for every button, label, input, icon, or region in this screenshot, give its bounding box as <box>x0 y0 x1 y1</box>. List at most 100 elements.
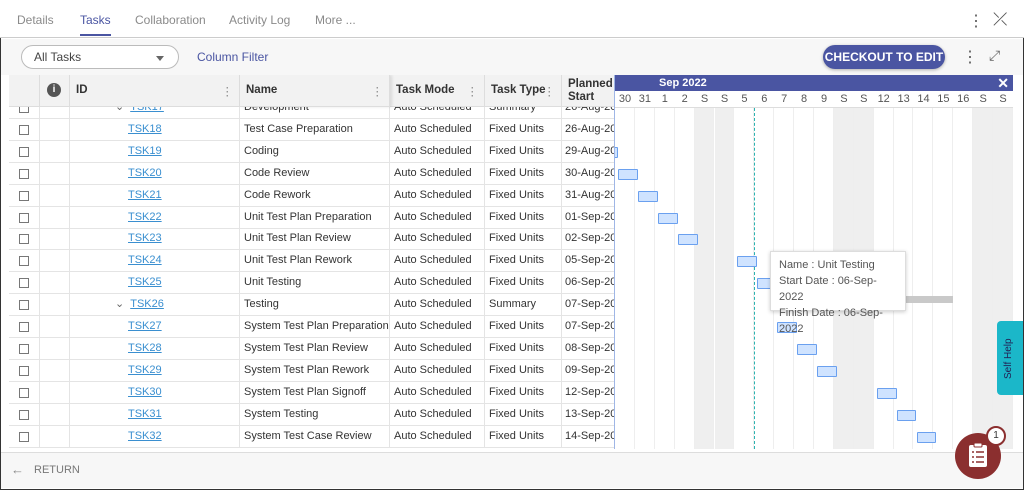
row-checkbox[interactable] <box>19 322 29 332</box>
row-checkbox[interactable] <box>19 300 29 311</box>
task-bar[interactable] <box>637 190 658 202</box>
close-icon[interactable]: ✕ <box>997 75 1009 92</box>
expand-icon[interactable]: ⤢ <box>989 47 1000 64</box>
task-id-link[interactable]: TSK30 <box>128 386 162 398</box>
column-menu-icon[interactable]: ⋮ <box>467 84 479 98</box>
table-row[interactable]: TSK23 Unit Test Plan Review Auto Schedul… <box>9 228 614 251</box>
task-mode-cell: Auto Scheduled <box>390 206 485 229</box>
task-mode-cell: Auto Scheduled <box>390 272 485 295</box>
row-checkbox[interactable] <box>19 278 29 289</box>
tooltip-start: Start Date : 06-Sep-2022 <box>779 275 877 303</box>
row-checkbox[interactable] <box>19 256 29 267</box>
task-bar[interactable] <box>797 343 817 355</box>
task-bar[interactable] <box>876 387 897 399</box>
day-label: S <box>999 93 1007 105</box>
table-row[interactable]: ⌄ TSK26 Testing Auto Scheduled Summary 07… <box>9 294 614 317</box>
table-row[interactable]: TSK28 System Test Plan Review Auto Sched… <box>9 337 614 360</box>
row-checkbox[interactable] <box>19 234 29 245</box>
table-row[interactable]: TSK24 Unit Test Plan Rework Auto Schedul… <box>9 250 614 273</box>
table-row[interactable]: TSK27 System Test Plan Preparation Auto … <box>9 316 614 338</box>
task-id-link[interactable]: TSK31 <box>128 408 162 420</box>
row-checkbox[interactable] <box>19 124 29 135</box>
task-bar[interactable] <box>896 409 917 421</box>
name-cell: Testing <box>240 294 390 317</box>
task-id-link[interactable]: TSK21 <box>128 189 162 201</box>
planned-start-cell: 08-Sep-2022 <box>565 341 614 354</box>
table-row[interactable]: TSK29 System Test Plan Rework Auto Sched… <box>9 359 614 382</box>
id-cell: TSK30 <box>70 381 240 404</box>
tab-details[interactable]: Details <box>17 13 54 27</box>
table-row[interactable]: TSK20 Code Review Auto Scheduled Fixed U… <box>9 162 614 185</box>
row-checkbox[interactable] <box>19 409 29 420</box>
checkout-to-edit-button[interactable]: CHECKOUT TO EDIT <box>823 45 945 69</box>
table-row[interactable]: TSK21 Code Rework Auto Scheduled Fixed U… <box>9 184 614 207</box>
table-row[interactable]: TSK18 Test Case Preparation Auto Schedul… <box>9 118 614 141</box>
column-header-name[interactable]: Name ⋮ <box>240 75 390 107</box>
row-checkbox[interactable] <box>19 146 29 157</box>
task-bar[interactable] <box>916 431 937 443</box>
task-id-link[interactable]: TSK29 <box>128 364 162 376</box>
task-id-link[interactable]: TSK20 <box>128 167 162 179</box>
more-vertical-icon[interactable]: ⋮ <box>962 47 978 67</box>
row-checkbox[interactable] <box>19 343 29 354</box>
table-row[interactable]: TSK30 System Test Plan Signoff Auto Sche… <box>9 381 614 404</box>
self-help-tab[interactable]: Self Help <box>997 321 1023 395</box>
id-cell: TSK29 <box>70 359 240 382</box>
tab-more[interactable]: More ... <box>315 13 356 27</box>
more-vertical-icon[interactable]: ⋮ <box>968 11 984 31</box>
task-filter-select[interactable]: All Tasks <box>21 45 179 69</box>
planned-start-cell: 29-Aug-2022 <box>565 144 614 157</box>
table-row[interactable]: TSK19 Coding Auto Scheduled Fixed Units … <box>9 140 614 163</box>
task-id-link[interactable]: TSK24 <box>128 254 162 266</box>
day-label: 15 <box>937 93 950 105</box>
task-id-link[interactable]: TSK26 <box>130 298 164 310</box>
task-id-link[interactable]: TSK27 <box>128 320 162 332</box>
task-id-link[interactable]: TSK19 <box>128 145 162 157</box>
task-bar[interactable] <box>618 168 638 180</box>
select-all-column[interactable] <box>9 75 40 107</box>
task-id-link[interactable]: TSK32 <box>128 430 162 442</box>
collapse-icon[interactable]: ⤫ <box>993 9 1007 30</box>
row-checkbox[interactable] <box>19 168 29 179</box>
row-checkbox[interactable] <box>19 190 29 201</box>
arrow-left-icon[interactable]: ← <box>11 462 24 477</box>
task-id-link[interactable]: TSK22 <box>128 211 162 223</box>
tab-activity-log[interactable]: Activity Log <box>229 13 290 27</box>
column-header-planned-start[interactable]: Planned Start <box>562 75 614 107</box>
row-checkbox[interactable] <box>19 431 29 442</box>
info-cell <box>40 184 70 207</box>
task-id-link[interactable]: TSK18 <box>128 123 162 135</box>
chevron-down-icon[interactable]: ⌄ <box>115 298 124 310</box>
day-label: S <box>840 93 848 105</box>
task-bar[interactable] <box>817 365 837 377</box>
task-bar[interactable] <box>615 146 618 158</box>
column-header-task-type[interactable]: Task Type ⋮ <box>485 75 562 107</box>
day-column <box>635 108 655 449</box>
return-button[interactable]: RETURN <box>34 464 80 476</box>
column-header-task-mode[interactable]: Task Mode ⋮ <box>390 75 485 107</box>
column-filter-link[interactable]: Column Filter <box>197 50 268 64</box>
column-menu-icon[interactable]: ⋮ <box>372 84 384 98</box>
table-row[interactable]: TSK22 Unit Test Plan Preparation Auto Sc… <box>9 206 614 229</box>
table-row[interactable]: TSK32 System Test Case Review Auto Sched… <box>9 425 614 448</box>
task-id-link[interactable]: TSK23 <box>128 232 162 244</box>
row-checkbox[interactable] <box>19 212 29 223</box>
tab-collaboration[interactable]: Collaboration <box>135 13 206 27</box>
task-type-cell: Summary <box>485 294 562 317</box>
table-row[interactable]: TSK31 System Testing Auto Scheduled Fixe… <box>9 403 614 426</box>
column-header-id[interactable]: ID ⋮ <box>70 75 240 107</box>
task-bar[interactable] <box>737 256 758 268</box>
column-menu-icon[interactable]: ⋮ <box>222 84 234 98</box>
table-row[interactable]: TSK25 Unit Testing Auto Scheduled Fixed … <box>9 272 614 295</box>
task-type-cell: Fixed Units <box>485 381 562 404</box>
task-bar[interactable] <box>657 212 678 224</box>
task-id-link[interactable]: TSK28 <box>128 342 162 354</box>
task-type-cell: Fixed Units <box>485 337 562 360</box>
tab-tasks[interactable]: Tasks <box>80 13 111 36</box>
task-bar[interactable] <box>677 234 698 246</box>
row-checkbox[interactable] <box>19 365 29 376</box>
id-cell: TSK25 <box>70 272 240 295</box>
task-id-link[interactable]: TSK25 <box>128 276 162 288</box>
column-menu-icon[interactable]: ⋮ <box>544 84 556 98</box>
row-checkbox[interactable] <box>19 387 29 398</box>
